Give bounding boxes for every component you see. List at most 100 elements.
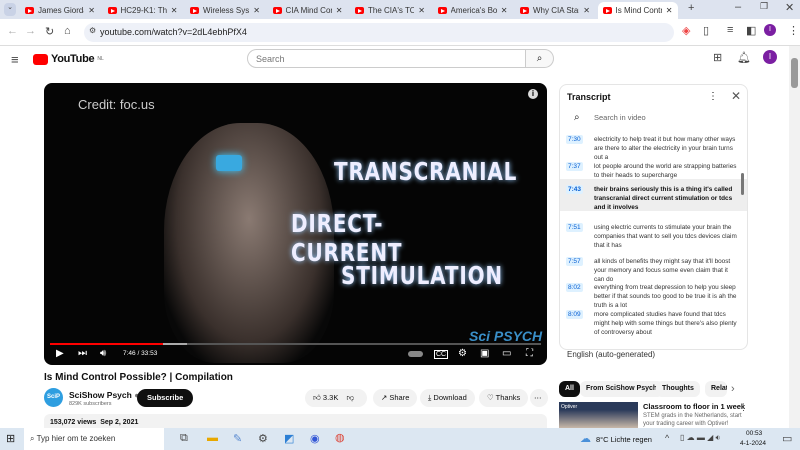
browser-tab[interactable]: Wireless System✕ bbox=[185, 2, 265, 19]
segment-timestamp[interactable]: 7:43 bbox=[566, 185, 584, 194]
clock-time[interactable]: 00:53 bbox=[746, 430, 762, 437]
share-button[interactable]: ↗ Share bbox=[373, 389, 418, 407]
scrollbar-thumb[interactable] bbox=[791, 58, 798, 88]
transcript-scrollbar[interactable] bbox=[741, 173, 744, 195]
reload-icon[interactable]: ↻ bbox=[45, 25, 54, 38]
app-icon[interactable]: ◉ bbox=[310, 432, 320, 445]
close-tab-icon[interactable]: ✕ bbox=[666, 6, 673, 15]
channel-name[interactable]: SciShow Psych ● bbox=[69, 390, 139, 400]
browser-tab[interactable]: HC29-K1: The D ✕ bbox=[103, 2, 183, 19]
filter-chip[interactable]: From SciShow Psych bbox=[580, 381, 664, 397]
forward-icon[interactable]: → bbox=[25, 25, 36, 37]
settings-icon[interactable]: ⚙ bbox=[458, 348, 467, 359]
close-tab-icon[interactable]: ✕ bbox=[88, 6, 95, 15]
transcript-language[interactable]: English (auto-generated) bbox=[567, 350, 655, 359]
home-icon[interactable]: ⌂ bbox=[64, 25, 71, 37]
filter-chip[interactable]: Thoughts bbox=[656, 381, 700, 397]
account-avatar[interactable]: I bbox=[763, 50, 777, 64]
fullscreen-icon[interactable]: ⛶ bbox=[526, 348, 533, 359]
restore-button[interactable]: ❐ bbox=[760, 1, 768, 12]
side-panel-icon[interactable]: ◧ bbox=[746, 24, 756, 37]
close-window-button[interactable]: ✕ bbox=[785, 1, 794, 14]
segment-timestamp[interactable]: 7:37 bbox=[566, 162, 583, 171]
transcript-segment[interactable]: 7:51 using electric currents to stimulate… bbox=[560, 223, 747, 250]
browser-tab[interactable]: Is Mind Control P ✕ bbox=[597, 2, 678, 19]
miniplayer-icon[interactable]: ▣ bbox=[480, 348, 489, 359]
download-button[interactable]: ⤓ Download bbox=[420, 389, 475, 407]
close-tab-icon[interactable]: ✕ bbox=[583, 6, 590, 15]
autoplay-toggle[interactable] bbox=[408, 351, 423, 357]
weather-text[interactable]: 8°C Lichte regen bbox=[596, 435, 652, 444]
file-explorer-icon[interactable]: ▬ bbox=[207, 432, 218, 444]
tab-search-button[interactable]: ⌄ bbox=[4, 3, 16, 16]
progress-bar[interactable] bbox=[50, 343, 541, 345]
close-tab-icon[interactable]: ✕ bbox=[171, 6, 178, 15]
segment-timestamp[interactable]: 7:57 bbox=[566, 257, 583, 266]
segment-timestamp[interactable]: 8:09 bbox=[566, 310, 583, 319]
clock-date[interactable]: 4-1-2024 bbox=[740, 440, 766, 447]
back-icon[interactable]: ← bbox=[7, 25, 18, 37]
info-icon[interactable]: i bbox=[528, 89, 538, 99]
tray-icons[interactable]: ▯ ☁ ▬ ◢ 🔉︎ bbox=[680, 433, 721, 443]
transcript-segment[interactable]: 8:09 more complicated studies have found … bbox=[560, 310, 747, 337]
ad-thumbnail[interactable]: Optiver bbox=[559, 402, 638, 428]
captions-icon[interactable]: CC bbox=[434, 350, 449, 359]
close-tab-icon[interactable]: ✕ bbox=[418, 6, 425, 15]
minimize-button[interactable]: – bbox=[735, 1, 741, 13]
segment-timestamp[interactable]: 7:51 bbox=[566, 223, 583, 232]
filter-chip[interactable]: All bbox=[559, 381, 580, 397]
create-icon[interactable]: ⊞ bbox=[713, 51, 722, 64]
chips-next-icon[interactable]: › bbox=[731, 383, 735, 395]
video-player[interactable]: Credit: foc.us i TRANSCRANIAL DIRECT- CU… bbox=[44, 83, 547, 365]
browser-tab[interactable]: James Giordano ✕ bbox=[20, 2, 100, 19]
ad-more-icon[interactable]: ⋮ bbox=[739, 402, 748, 413]
transcript-segment[interactable]: 7:57 all kinds of benefits they might say… bbox=[560, 257, 747, 284]
volume-icon[interactable]: 🔊︎ bbox=[100, 348, 106, 359]
new-tab-button[interactable]: + bbox=[688, 2, 694, 14]
paint-icon[interactable]: ✎ bbox=[233, 432, 242, 445]
segment-timestamp[interactable]: 7:30 bbox=[566, 135, 583, 144]
transcript-more-icon[interactable]: ⋮ bbox=[708, 91, 718, 102]
chrome-icon[interactable]: ◍ bbox=[335, 431, 345, 444]
media-icon[interactable]: ≡ bbox=[727, 24, 733, 36]
menu-icon[interactable]: ⋮ bbox=[788, 24, 799, 37]
search-button[interactable]: ⌕ bbox=[526, 49, 554, 68]
page-scrollbar[interactable] bbox=[789, 46, 800, 428]
channel-watermark[interactable]: Sci PSYCH bbox=[469, 328, 542, 344]
theater-mode-icon[interactable]: ▭ bbox=[502, 348, 511, 359]
segment-timestamp[interactable]: 8:02 bbox=[566, 283, 583, 292]
tray-chevron-icon[interactable]: ^ bbox=[665, 433, 669, 443]
channel-avatar[interactable]: SciP bbox=[44, 388, 63, 407]
extension-icon[interactable]: ◈ bbox=[682, 24, 690, 37]
browser-tab[interactable]: The CIA's TOP SE✕ bbox=[350, 2, 430, 19]
thanks-button[interactable]: ♡ Thanks bbox=[479, 389, 529, 407]
taskbar-search-input[interactable]: ⌕ Typ hier om te zoeken bbox=[24, 428, 164, 450]
transcript-search-input[interactable]: Search in video bbox=[594, 113, 646, 122]
more-actions-button[interactable]: ⋯ bbox=[530, 389, 548, 407]
notifications-icon[interactable]: 🔔︎ bbox=[737, 51, 751, 64]
transcript-segment[interactable]: 7:43 their brains seriously this is a thi… bbox=[560, 179, 747, 211]
like-button[interactable]: 👍︎ 3.3K bbox=[313, 393, 338, 402]
subscribe-button[interactable]: Subscribe bbox=[137, 389, 194, 407]
notification-center-icon[interactable]: ▭ bbox=[782, 432, 792, 445]
close-tab-icon[interactable]: ✕ bbox=[501, 6, 508, 15]
browser-tab[interactable]: CIA Mind Contro ✕ bbox=[268, 2, 348, 19]
settings-app-icon[interactable]: ⚙ bbox=[258, 432, 268, 445]
photos-icon[interactable]: ◩ bbox=[284, 432, 294, 445]
start-icon[interactable]: ⊞ bbox=[6, 432, 15, 445]
transcript-segment[interactable]: 8:02 everything from treat depression to … bbox=[560, 283, 747, 310]
close-tab-icon[interactable]: ✕ bbox=[253, 6, 260, 15]
url-bar[interactable]: youtube.com/watch?v=2dL4ebhPfX4 bbox=[84, 23, 674, 42]
transcript-segment[interactable]: 7:30 electricity to help treat it but how… bbox=[560, 135, 747, 162]
hamburger-menu-icon[interactable]: ≡ bbox=[11, 52, 19, 67]
site-info-icon[interactable]: ⚙ bbox=[89, 26, 96, 35]
browser-tab[interactable]: Why CIA Started ✕ bbox=[515, 2, 595, 19]
ad-title[interactable]: Classroom to floor in 1 week bbox=[643, 402, 745, 411]
next-icon[interactable]: ⏭ bbox=[78, 348, 87, 359]
dislike-button[interactable]: 👎︎ bbox=[346, 393, 354, 402]
profile-avatar[interactable]: I bbox=[764, 24, 776, 36]
search-input[interactable]: Search bbox=[247, 49, 526, 68]
youtube-logo[interactable]: YouTube NL bbox=[33, 53, 104, 65]
browser-tab[interactable]: America's Book ✕ bbox=[433, 2, 513, 19]
extensions-icon[interactable]: ▯ bbox=[703, 24, 709, 37]
